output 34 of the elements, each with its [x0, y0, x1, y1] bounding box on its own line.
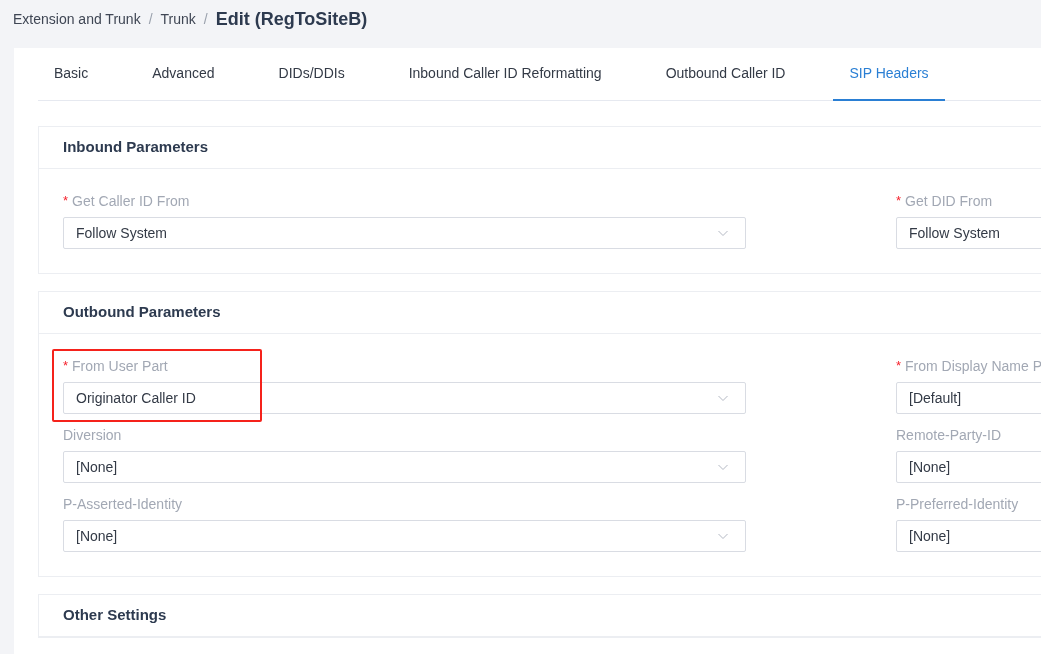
field-label: Get DID From — [905, 191, 993, 211]
field-label: P-Asserted-Identity — [63, 494, 183, 514]
field-label: From Display Name P — [905, 356, 1041, 376]
select-field[interactable]: [Default] — [896, 382, 1041, 414]
tab[interactable]: Basic — [38, 48, 105, 101]
required-mark: * — [896, 192, 902, 211]
select-field[interactable]: [None] — [896, 451, 1041, 483]
field-label: Remote-Party-ID — [896, 425, 1002, 445]
select-field[interactable]: [None] — [63, 451, 746, 483]
select-field[interactable]: [None] — [63, 520, 746, 552]
required-mark: * — [63, 192, 69, 211]
field-label: From User Part — [72, 356, 168, 376]
field-label: Diversion — [63, 425, 122, 445]
breadcrumb-link[interactable]: Extension and Trunk — [13, 9, 141, 30]
required-mark: * — [896, 357, 902, 376]
breadcrumb-link[interactable]: Trunk — [160, 9, 196, 30]
page-title: Edit (RegToSiteB) — [215, 8, 368, 31]
select-field[interactable]: [None] — [896, 520, 1041, 552]
tab[interactable]: Outbound Caller ID — [649, 48, 802, 101]
breadcrumb-separator: / — [203, 10, 208, 29]
required-mark: * — [63, 357, 69, 376]
tab[interactable]: SIP Headers — [833, 48, 945, 101]
breadcrumb-separator: / — [148, 10, 153, 29]
tab[interactable]: Inbound Caller ID Reformatting — [392, 48, 618, 101]
field-label: Get Caller ID From — [72, 191, 190, 211]
select-field[interactable]: Follow System — [63, 217, 746, 249]
section-title: Other Settings — [63, 605, 167, 626]
section-title: Inbound Parameters — [63, 137, 209, 158]
field-label: P-Preferred-Identity — [896, 494, 1019, 514]
section-title: Outbound Parameters — [63, 302, 221, 323]
select-field[interactable]: Follow System — [896, 217, 1041, 249]
tab[interactable]: Advanced — [136, 48, 231, 101]
tab[interactable]: DIDs/DDIs — [262, 48, 361, 101]
select-field[interactable]: Originator Caller ID — [63, 382, 746, 414]
